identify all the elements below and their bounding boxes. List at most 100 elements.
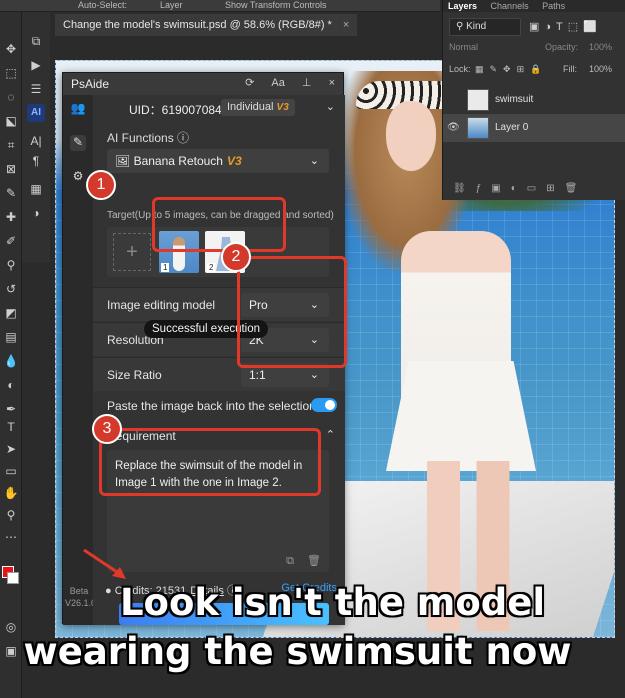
- document-tab-bar: Change the model's swimsuit.psd @ 58.6% …: [55, 12, 440, 36]
- healing-brush-icon[interactable]: ✚: [2, 208, 20, 226]
- layer-row-layer0[interactable]: 👁 Layer 0: [443, 114, 625, 142]
- caption-line-1: Look isn't the model: [119, 580, 546, 625]
- color-swatches[interactable]: [0, 562, 22, 602]
- close-icon[interactable]: ×: [329, 77, 335, 89]
- type-tool-icon[interactable]: T: [2, 418, 20, 436]
- frame-tool-icon[interactable]: ⊠: [2, 160, 20, 178]
- edit-icon[interactable]: ✎: [70, 135, 86, 151]
- move-tool-icon[interactable]: ✥: [2, 40, 20, 58]
- highlight-requirement: [99, 428, 321, 496]
- play-icon[interactable]: ▶: [27, 56, 45, 74]
- layer-name: Layer 0: [495, 122, 529, 133]
- layer-filter-icons[interactable]: ▣◑T⬚⬜: [529, 20, 602, 33]
- brush-tool-icon[interactable]: ✐: [2, 232, 20, 250]
- refresh-icon[interactable]: ⟳: [245, 77, 254, 89]
- object-select-tool-icon[interactable]: ⬕: [2, 112, 20, 130]
- layer-thumbnail: [467, 117, 489, 139]
- tab-paths[interactable]: Paths: [542, 1, 565, 11]
- plan-label: Individual: [227, 101, 274, 113]
- dodge-tool-icon[interactable]: ◐: [2, 376, 20, 394]
- zoom-tool-icon[interactable]: ⚲: [2, 506, 20, 524]
- properties-icon[interactable]: ☰: [27, 80, 45, 98]
- add-image-button[interactable]: +: [113, 233, 151, 271]
- ai-functions-text: AI Functions: [107, 131, 174, 145]
- plan-tag: V3: [276, 102, 289, 113]
- field-label: Image editing model: [107, 298, 216, 312]
- history-icon[interactable]: ⧉: [27, 32, 45, 50]
- field-label: Size Ratio: [107, 368, 162, 382]
- lock-label: Lock:: [449, 64, 471, 74]
- chevron-down-icon: ⌄: [309, 155, 319, 167]
- adjustments-icon[interactable]: ◑: [27, 204, 45, 222]
- uid-label: UID：619007084: [129, 103, 222, 117]
- layer-kind-filter[interactable]: ⚲ Kind: [449, 18, 521, 36]
- show-transform-checkbox[interactable]: Show Transform Controls: [225, 0, 327, 10]
- settings-icon[interactable]: ⚙: [70, 169, 86, 185]
- layer-row-swimsuit[interactable]: swimsuit: [443, 86, 625, 114]
- chevron-up-icon[interactable]: ⌃: [326, 428, 335, 441]
- lock-icons[interactable]: ▦✎✥⊞🔒: [475, 64, 547, 75]
- size-ratio-value: 1:1: [249, 368, 266, 382]
- tab-channels[interactable]: Channels: [491, 1, 529, 11]
- plan-badge: Individual V3: [221, 99, 295, 116]
- psaide-titlebar: PsAide ⟳ Aa ⊥ ×: [63, 73, 343, 95]
- crop-tool-icon[interactable]: ⌗: [2, 136, 20, 154]
- highlight-settings: [237, 256, 347, 368]
- clone-stamp-icon[interactable]: ⚲: [2, 256, 20, 274]
- opacity-value[interactable]: 100%: [589, 42, 612, 52]
- pointer-arrow-icon: [83, 548, 126, 579]
- layer-name: swimsuit: [495, 94, 534, 105]
- image-index: 1: [161, 263, 170, 272]
- close-icon[interactable]: ×: [343, 19, 349, 31]
- pin-icon[interactable]: ⊥: [302, 77, 312, 89]
- info-icon[interactable]: ⓘ: [177, 131, 189, 145]
- ai-function-select[interactable]: 🖼 Banana Retouch V3 ⌄: [107, 149, 329, 173]
- blend-mode-select[interactable]: Normal: [449, 42, 478, 52]
- paste-back-toggle[interactable]: [311, 398, 337, 412]
- layer-actions[interactable]: ⛓ƒ▣◐▭⊞🗑: [453, 183, 587, 194]
- model-face: [386, 101, 436, 171]
- paste-back-row: Paste the image back into the selection: [93, 394, 345, 418]
- psaide-title: PsAide: [71, 77, 110, 91]
- psaide-plugin-icon[interactable]: AI: [27, 104, 45, 122]
- background-color[interactable]: [7, 572, 19, 584]
- secondary-toolbar: ⧉ ▶ ☰ AI A| ¶ ▦ ◑: [22, 12, 50, 262]
- ai-function-tag: V3: [226, 154, 242, 168]
- hand-tool-icon[interactable]: ✋: [2, 484, 20, 502]
- paragraph-icon[interactable]: ¶: [27, 152, 45, 170]
- more-tools-icon[interactable]: ⋯: [2, 528, 20, 546]
- step-marker-1: 1: [86, 170, 116, 200]
- blur-tool-icon[interactable]: 💧: [2, 352, 20, 370]
- account-row[interactable]: UID：619007084 Individual V3 ⌄: [93, 95, 345, 121]
- history-icon[interactable]: ⧉: [286, 555, 294, 567]
- gradient-tool-icon[interactable]: ▤: [2, 328, 20, 346]
- font-size-icon[interactable]: Aa: [271, 77, 284, 89]
- rectangle-tool-icon[interactable]: ▭: [2, 462, 20, 480]
- caption-line-2: wearing the swimsuit now: [23, 629, 573, 674]
- auto-select-label[interactable]: Auto-Select:: [78, 0, 127, 10]
- search-icon: ⚲: [456, 21, 467, 32]
- user-icon[interactable]: 👥: [70, 101, 86, 117]
- marquee-tool-icon[interactable]: ⬚: [2, 64, 20, 82]
- layer-select-dropdown[interactable]: Layer: [160, 0, 183, 10]
- tab-layers[interactable]: Layers: [448, 1, 477, 11]
- paste-back-label: Paste the image back into the selection: [107, 399, 316, 413]
- eyedropper-tool-icon[interactable]: ✎: [2, 184, 20, 202]
- image-panel-icon[interactable]: ▦: [27, 180, 45, 198]
- trash-icon[interactable]: 🗑: [307, 555, 321, 567]
- document-tab[interactable]: Change the model's swimsuit.psd @ 58.6% …: [55, 14, 358, 36]
- layers-panel: Layers Channels Paths ⚲ Kind ▣◑T⬚⬜ Norma…: [442, 0, 625, 200]
- ai-functions-label: AI Functions ⓘ: [107, 129, 189, 146]
- lasso-tool-icon[interactable]: ◌: [2, 88, 20, 106]
- pen-tool-icon[interactable]: ✒: [2, 400, 20, 418]
- fill-value[interactable]: 100%: [589, 64, 612, 74]
- eye-icon[interactable]: 👁: [447, 122, 460, 133]
- step-marker-2: 2: [221, 242, 251, 272]
- history-brush-icon[interactable]: ↺: [2, 280, 20, 298]
- fill-label: Fill:: [563, 64, 577, 74]
- eraser-tool-icon[interactable]: ◩: [2, 304, 20, 322]
- character-icon[interactable]: A|: [27, 132, 45, 150]
- chevron-down-icon[interactable]: ⌄: [326, 100, 335, 113]
- path-select-icon[interactable]: ➤: [2, 440, 20, 458]
- step-marker-3: 3: [92, 414, 122, 444]
